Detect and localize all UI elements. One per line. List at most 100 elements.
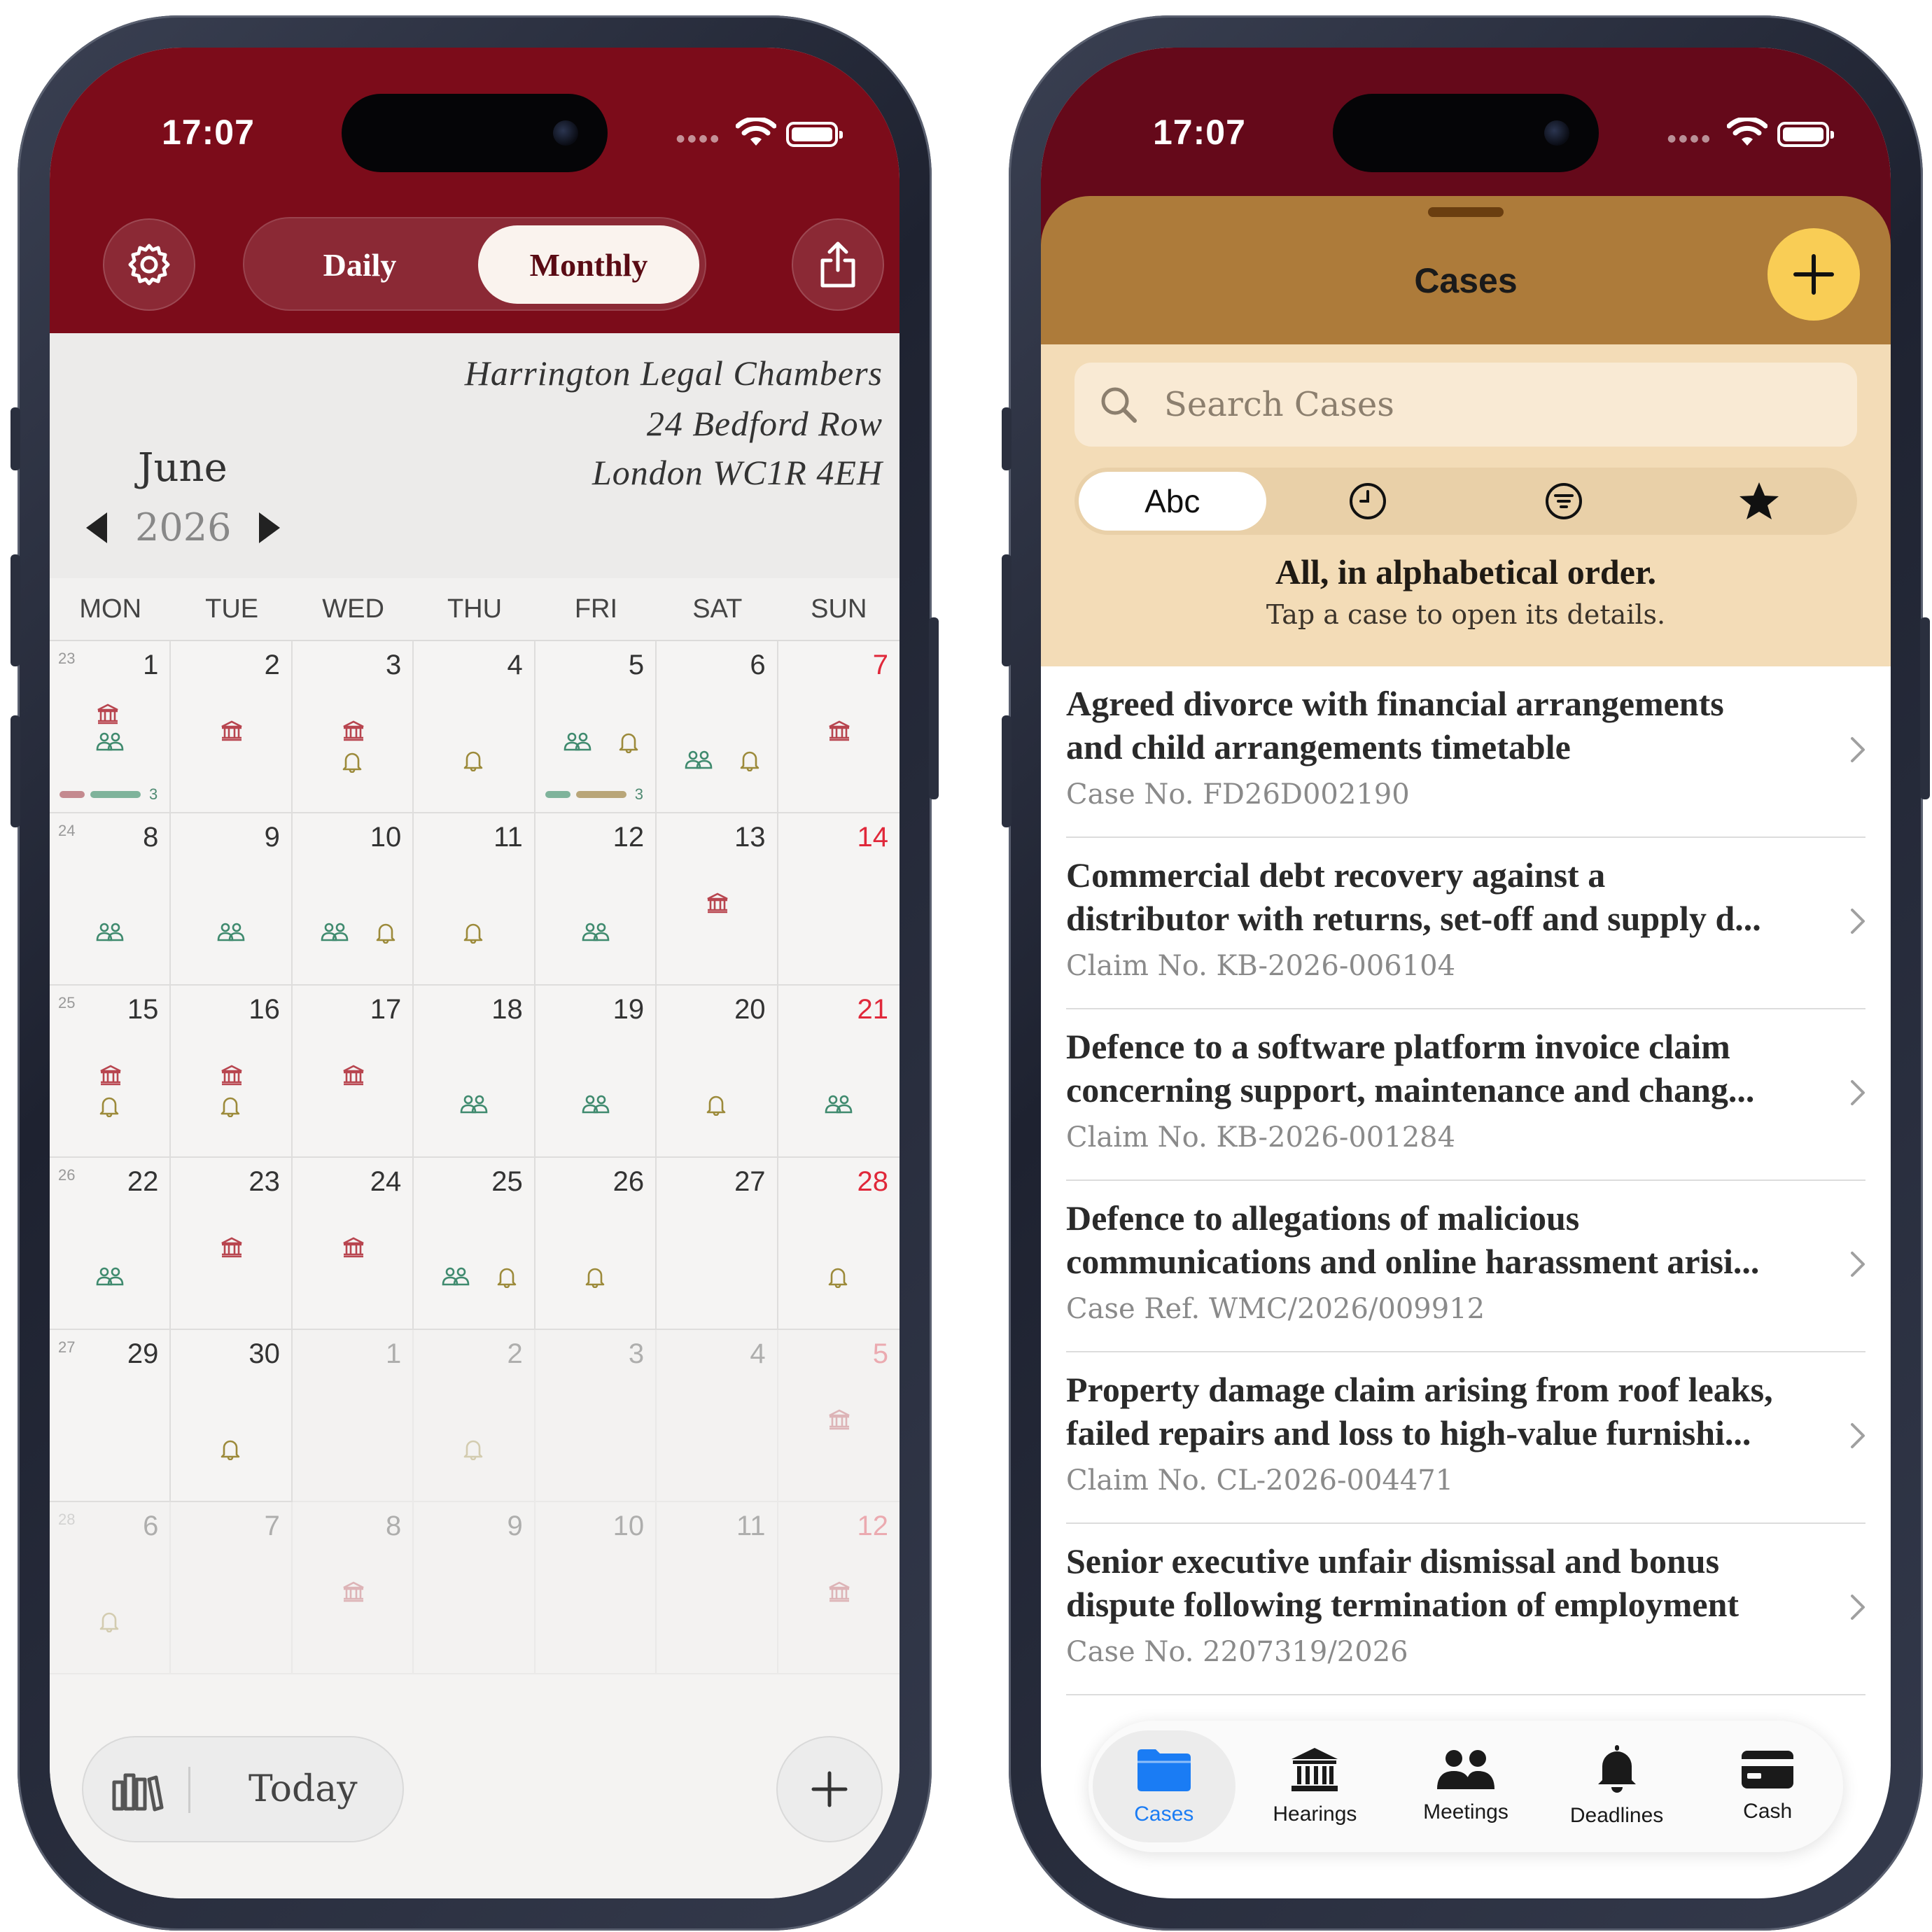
case-list: Agreed divorce with financial arrangemen…: [1041, 666, 1891, 1695]
calendar-day-cell[interactable]: 8: [292, 1502, 414, 1674]
calendar-day-cell[interactable]: 28 6: [50, 1502, 172, 1674]
calendar-day-cell[interactable]: 10: [292, 813, 414, 986]
sort-recent[interactable]: [1270, 468, 1466, 535]
calendar-day-cell[interactable]: 9: [171, 813, 293, 986]
tab-hearings[interactable]: Hearings: [1240, 1721, 1391, 1852]
meeting-icon: [321, 921, 349, 942]
tab-cases[interactable]: Cases: [1093, 1730, 1236, 1842]
calendar-day-cell[interactable]: 12: [535, 813, 657, 986]
case-row[interactable]: Defence to allegations of malicious comm…: [1066, 1181, 1865, 1352]
sheet-grabber[interactable]: [1428, 207, 1504, 217]
calendar-day-cell[interactable]: 16: [171, 986, 293, 1158]
calendar-day-cell[interactable]: 17: [292, 986, 414, 1158]
sort-alphabetical[interactable]: Abc: [1079, 472, 1266, 531]
calendar-day-cell[interactable]: 9: [414, 1502, 536, 1674]
calendar-day-cell[interactable]: 7: [171, 1502, 293, 1674]
calendar-day-cell[interactable]: 2: [171, 641, 293, 813]
calendar-day-cell[interactable]: 3: [535, 1330, 657, 1502]
calendar-day-cell[interactable]: 27 29: [50, 1330, 172, 1502]
case-title-line2: failed repairs and loss to high-value fu…: [1066, 1413, 1751, 1452]
deadline-bell-icon: [463, 1438, 484, 1460]
calendar-day-cell[interactable]: 25 15: [50, 986, 172, 1158]
calendar-day-cell[interactable]: 53: [535, 641, 657, 813]
sort-favourites[interactable]: [1662, 468, 1858, 535]
next-year-icon[interactable]: [259, 512, 281, 543]
previous-year-icon[interactable]: [86, 512, 107, 543]
calendar-day-cell[interactable]: 23 1 3: [50, 641, 172, 813]
tab-label: Deadlines: [1569, 1804, 1664, 1827]
calendar-day-cell[interactable]: 25: [414, 1158, 536, 1330]
calendar-day-cell[interactable]: 1: [292, 1330, 414, 1502]
calendar-day-cell[interactable]: 14: [778, 813, 899, 986]
sort-filter[interactable]: [1466, 468, 1662, 535]
calendar-day-cell[interactable]: 30: [171, 1330, 293, 1502]
library-icon[interactable]: [111, 1770, 164, 1812]
day-number: 11: [493, 822, 523, 853]
dynamic-island: [1333, 94, 1599, 172]
search-field[interactable]: Search Cases: [1074, 363, 1857, 447]
wifi-icon: [736, 118, 776, 146]
deadline-bell-icon: [375, 921, 396, 944]
meeting-icon: [825, 1093, 853, 1114]
case-row[interactable]: Senior executive unfair dismissal and bo…: [1066, 1524, 1865, 1695]
calendar-day-cell[interactable]: 7: [778, 641, 899, 813]
calendar-day-cell[interactable]: 5: [778, 1330, 899, 1502]
week-number: 26: [58, 1166, 76, 1184]
share-button[interactable]: [792, 218, 884, 311]
deadline-bell-icon: [99, 1610, 120, 1632]
calendar-day-cell[interactable]: 27: [657, 1158, 778, 1330]
tab-deadlines[interactable]: Deadlines: [1541, 1721, 1693, 1852]
settings-button[interactable]: [103, 218, 195, 311]
meeting-icon: [217, 921, 245, 942]
event-duration-bars: 3: [545, 785, 643, 804]
deadline-bell-icon: [220, 1095, 241, 1117]
monthly-segment[interactable]: Monthly: [478, 225, 699, 304]
daily-segment[interactable]: Daily: [251, 225, 468, 304]
calendar-day-cell[interactable]: 26 22: [50, 1158, 172, 1330]
day-number: 11: [736, 1511, 766, 1541]
calendar-day-cell[interactable]: 2: [414, 1330, 536, 1502]
calendar-day-cell[interactable]: 20: [657, 986, 778, 1158]
hearing-icon: [96, 703, 120, 725]
meeting-icon: [685, 749, 713, 770]
case-row[interactable]: Commercial debt recovery against a distr…: [1066, 838, 1865, 1009]
meeting-icon: [96, 921, 124, 942]
chevron-right-icon: [1851, 1252, 1865, 1277]
power-button: [1920, 617, 1930, 799]
plus-icon: [1793, 254, 1834, 295]
today-control: Today: [82, 1736, 404, 1842]
weekday-label: FRI: [574, 594, 618, 624]
sort-description-subtitle: Tap a case to open its details.: [1266, 599, 1666, 630]
calendar-day-cell[interactable]: 23: [171, 1158, 293, 1330]
calendar-day-cell[interactable]: 19: [535, 986, 657, 1158]
add-case-button[interactable]: [1768, 228, 1860, 321]
add-event-button[interactable]: [776, 1736, 883, 1842]
event-count: 3: [634, 785, 643, 803]
tab-cash[interactable]: Cash: [1692, 1721, 1843, 1852]
weekday-label: MON: [79, 594, 142, 624]
calendar-day-cell[interactable]: 4: [414, 641, 536, 813]
tab-meetings[interactable]: Meetings: [1390, 1721, 1541, 1852]
day-number: 19: [612, 994, 645, 1025]
week-number: 27: [58, 1338, 76, 1356]
calendar-day-cell[interactable]: 24: [292, 1158, 414, 1330]
week-number: 24: [58, 822, 76, 839]
calendar-day-cell[interactable]: 4: [657, 1330, 778, 1502]
calendar-day-cell[interactable]: 26: [535, 1158, 657, 1330]
calendar-day-cell[interactable]: 21: [778, 986, 899, 1158]
volume-up-button: [10, 554, 20, 666]
case-row[interactable]: Property damage claim arising from roof …: [1066, 1352, 1865, 1524]
calendar-day-cell[interactable]: 10: [535, 1502, 657, 1674]
calendar-day-cell[interactable]: 13: [657, 813, 778, 986]
calendar-day-cell[interactable]: 11: [414, 813, 536, 986]
calendar-day-cell[interactable]: 28: [778, 1158, 899, 1330]
calendar-day-cell[interactable]: 24 8: [50, 813, 172, 986]
case-row[interactable]: Agreed divorce with financial arrangemen…: [1066, 666, 1865, 838]
calendar-day-cell[interactable]: 12: [778, 1502, 899, 1674]
today-button[interactable]: Today: [248, 1768, 358, 1810]
case-row[interactable]: Defence to a software platform invoice c…: [1066, 1009, 1865, 1181]
calendar-day-cell[interactable]: 18: [414, 986, 536, 1158]
calendar-day-cell[interactable]: 3: [292, 641, 414, 813]
calendar-day-cell[interactable]: 6: [657, 641, 778, 813]
calendar-day-cell[interactable]: 11: [657, 1502, 778, 1674]
